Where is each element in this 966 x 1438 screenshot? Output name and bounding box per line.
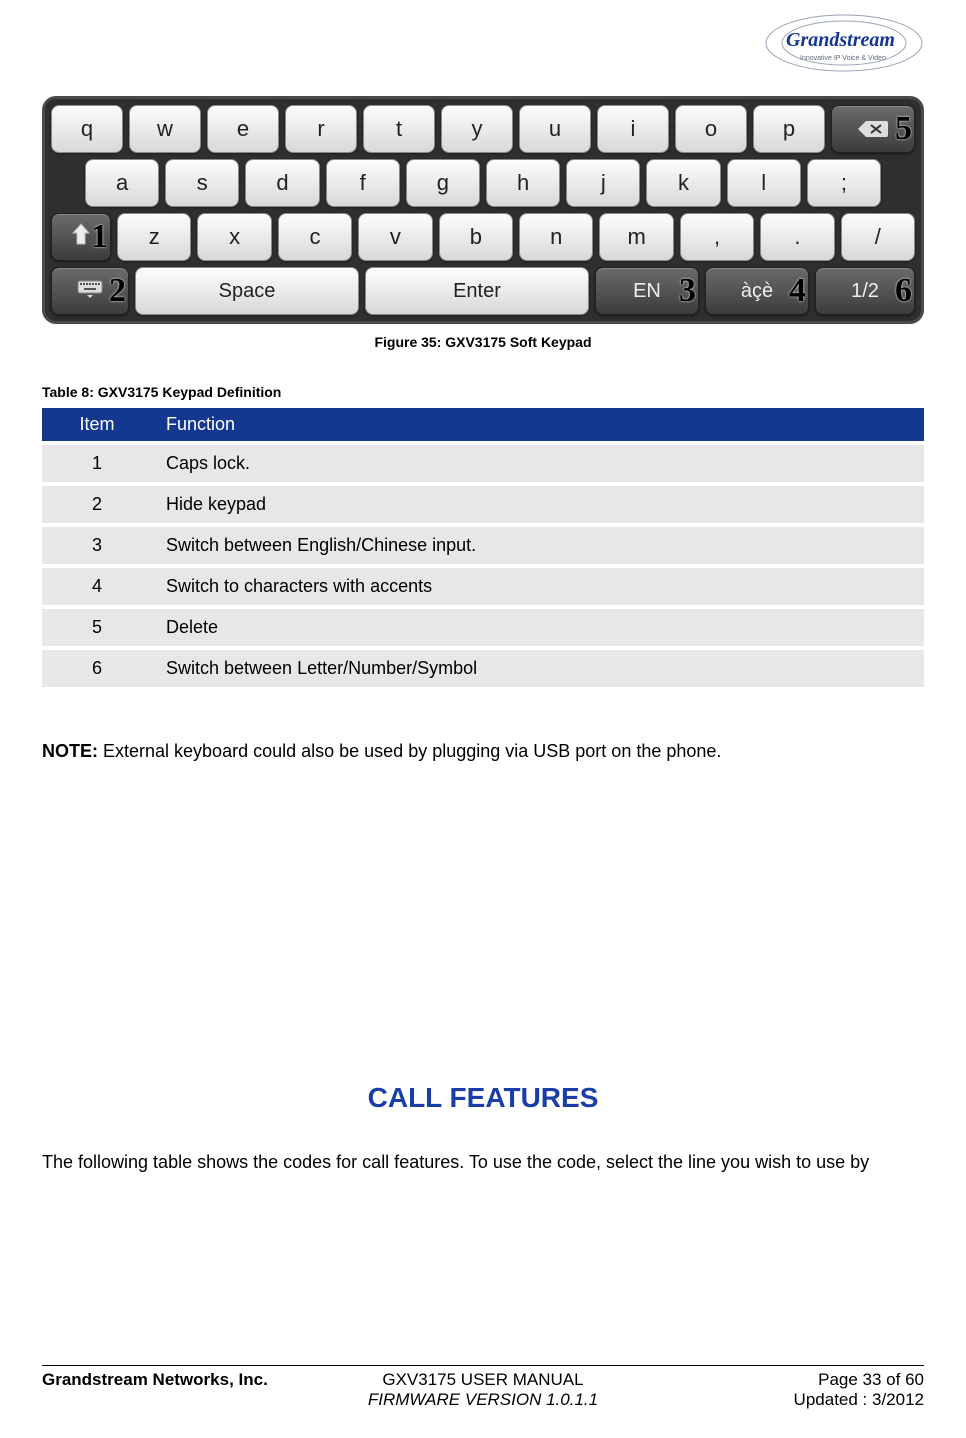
key-backspace[interactable]: 5 bbox=[831, 105, 915, 153]
badge-hide: 2 bbox=[109, 272, 126, 310]
table-row: 4 Switch to characters with accents bbox=[42, 568, 924, 605]
badge-accents: 4 bbox=[789, 272, 806, 310]
footer-updated: Updated : 3/2012 bbox=[598, 1390, 924, 1410]
key-t[interactable]: t bbox=[363, 105, 435, 153]
section-title-call-features: CALL FEATURES bbox=[42, 1082, 924, 1114]
key-mode-switch[interactable]: 1/2 6 bbox=[815, 267, 915, 315]
note-label: NOTE: bbox=[42, 741, 98, 761]
keypad-row-4: 2 Space Enter EN 3 àçè 4 1/2 6 bbox=[51, 267, 915, 315]
keypad-row-1: q w e r t y u i o p 5 bbox=[51, 105, 915, 153]
shift-up-icon bbox=[72, 223, 90, 251]
table-cell-item: 1 bbox=[42, 445, 152, 482]
footer-manual: GXV3175 USER MANUAL bbox=[368, 1370, 598, 1390]
key-x[interactable]: x bbox=[197, 213, 271, 261]
table-header-item: Item bbox=[42, 408, 152, 441]
badge-shift: 1 bbox=[91, 218, 108, 256]
key-w[interactable]: w bbox=[129, 105, 201, 153]
table-cell-function: Hide keypad bbox=[152, 486, 924, 523]
footer-company: Grandstream Networks, Inc. bbox=[42, 1370, 368, 1390]
key-n[interactable]: n bbox=[519, 213, 593, 261]
table-header-function: Function bbox=[152, 408, 924, 441]
table-cell-item: 4 bbox=[42, 568, 152, 605]
table-cell-item: 6 bbox=[42, 650, 152, 687]
key-comma[interactable]: , bbox=[680, 213, 754, 261]
body-paragraph: The following table shows the codes for … bbox=[42, 1150, 924, 1174]
table-row: 3 Switch between English/Chinese input. bbox=[42, 527, 924, 564]
backspace-icon bbox=[858, 119, 888, 139]
table-cell-item: 3 bbox=[42, 527, 152, 564]
key-p[interactable]: p bbox=[753, 105, 825, 153]
key-v[interactable]: v bbox=[358, 213, 432, 261]
table-row: 2 Hide keypad bbox=[42, 486, 924, 523]
key-m[interactable]: m bbox=[599, 213, 673, 261]
key-period[interactable]: . bbox=[760, 213, 834, 261]
key-f[interactable]: f bbox=[326, 159, 400, 207]
page-footer: Grandstream Networks, Inc. GXV3175 USER … bbox=[42, 1365, 924, 1410]
key-h[interactable]: h bbox=[486, 159, 560, 207]
page: Grandstream Innovative IP Voice & Video … bbox=[0, 0, 966, 1438]
table-cell-function: Caps lock. bbox=[152, 445, 924, 482]
footer-page: Page 33 of 60 bbox=[598, 1370, 924, 1390]
key-z[interactable]: z bbox=[117, 213, 191, 261]
key-en-label: EN bbox=[633, 280, 661, 303]
logo-brand-text: Grandstream bbox=[786, 29, 895, 51]
table-row: 6 Switch between Letter/Number/Symbol bbox=[42, 650, 924, 687]
key-semicolon[interactable]: ; bbox=[807, 159, 881, 207]
key-enter[interactable]: Enter bbox=[365, 267, 589, 315]
footer-blank bbox=[42, 1390, 368, 1410]
key-u[interactable]: u bbox=[519, 105, 591, 153]
key-language-en[interactable]: EN 3 bbox=[595, 267, 699, 315]
brand-logo: Grandstream Innovative IP Voice & Video bbox=[764, 12, 924, 74]
figure-keypad: q w e r t y u i o p 5 a s bbox=[42, 96, 924, 350]
key-accents[interactable]: àçè 4 bbox=[705, 267, 809, 315]
logo-tagline-text: Innovative IP Voice & Video bbox=[800, 55, 886, 62]
table-cell-item: 5 bbox=[42, 609, 152, 646]
key-s[interactable]: s bbox=[165, 159, 239, 207]
figure-caption: Figure 35: GXV3175 Soft Keypad bbox=[42, 334, 924, 350]
badge-mode: 6 bbox=[895, 272, 912, 310]
key-j[interactable]: j bbox=[566, 159, 640, 207]
keypad-row-3: 1 z x c v b n m , . / bbox=[51, 213, 915, 261]
badge-en: 3 bbox=[679, 272, 696, 310]
table-row: 5 Delete bbox=[42, 609, 924, 646]
key-l[interactable]: l bbox=[727, 159, 801, 207]
key-a[interactable]: a bbox=[85, 159, 159, 207]
keypad-definition-table: Item Function 1 Caps lock. 2 Hide keypad… bbox=[42, 404, 924, 691]
keyboard-icon bbox=[77, 278, 103, 304]
key-d[interactable]: d bbox=[245, 159, 319, 207]
key-slash[interactable]: / bbox=[841, 213, 915, 261]
footer-firmware: FIRMWARE VERSION 1.0.1.1 bbox=[368, 1390, 598, 1410]
table-cell-function: Switch between English/Chinese input. bbox=[152, 527, 924, 564]
key-c[interactable]: c bbox=[278, 213, 352, 261]
key-i[interactable]: i bbox=[597, 105, 669, 153]
key-b[interactable]: b bbox=[439, 213, 513, 261]
table-caption: Table 8: GXV3175 Keypad Definition bbox=[42, 384, 924, 400]
badge-backspace: 5 bbox=[895, 110, 912, 148]
key-mode-label: 1/2 bbox=[851, 280, 879, 303]
table-cell-item: 2 bbox=[42, 486, 152, 523]
table-row: 1 Caps lock. bbox=[42, 445, 924, 482]
key-q[interactable]: q bbox=[51, 105, 123, 153]
table-header-row: Item Function bbox=[42, 408, 924, 441]
note-paragraph: NOTE: External keyboard could also be us… bbox=[42, 741, 924, 762]
key-y[interactable]: y bbox=[441, 105, 513, 153]
key-e[interactable]: e bbox=[207, 105, 279, 153]
key-r[interactable]: r bbox=[285, 105, 357, 153]
key-o[interactable]: o bbox=[675, 105, 747, 153]
soft-keypad: q w e r t y u i o p 5 a s bbox=[42, 96, 924, 324]
table-cell-function: Delete bbox=[152, 609, 924, 646]
key-hide-keypad[interactable]: 2 bbox=[51, 267, 129, 315]
table-cell-function: Switch between Letter/Number/Symbol bbox=[152, 650, 924, 687]
key-g[interactable]: g bbox=[406, 159, 480, 207]
key-k[interactable]: k bbox=[646, 159, 720, 207]
keypad-row-2: a s d f g h j k l ; bbox=[51, 159, 915, 207]
key-shift[interactable]: 1 bbox=[51, 213, 111, 261]
note-text: External keyboard could also be used by … bbox=[98, 741, 721, 761]
key-accents-label: àçè bbox=[741, 280, 773, 303]
table-cell-function: Switch to characters with accents bbox=[152, 568, 924, 605]
key-space[interactable]: Space bbox=[135, 267, 359, 315]
